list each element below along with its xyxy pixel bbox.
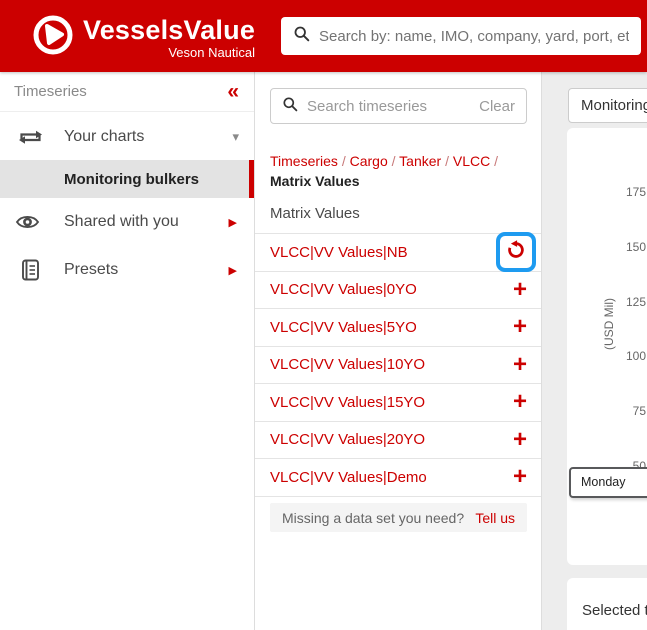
logo-subtitle: Veson Nautical xyxy=(168,45,256,60)
y-axis-tick: 175 xyxy=(625,185,646,199)
chart-tooltip: Monday xyxy=(569,467,647,498)
breadcrumb-link-timeseries[interactable]: Timeseries xyxy=(270,153,338,169)
add-icon[interactable]: + xyxy=(513,315,527,339)
add-icon[interactable]: + xyxy=(513,352,527,376)
collapse-sidebar-icon[interactable]: « xyxy=(227,81,239,102)
breadcrumb-separator: / xyxy=(445,153,449,169)
search-icon xyxy=(293,25,310,47)
presets-label: Presets xyxy=(64,261,119,278)
timeseries-search-box[interactable]: Clear xyxy=(270,88,527,124)
timeseries-link[interactable]: VLCC|VV Values|15YO xyxy=(270,394,425,411)
breadcrumb-link-cargo[interactable]: Cargo xyxy=(350,153,388,169)
list-item: VLCC|VV Values|0YO + xyxy=(255,272,541,309)
timeseries-panel: Clear Timeseries / Cargo / Tanker / VLCC… xyxy=(255,72,542,630)
expand-right-icon[interactable]: ▶ xyxy=(229,216,237,229)
timeseries-link[interactable]: VLCC|VV Values|0YO xyxy=(270,281,417,298)
list-item: VLCC|VV Values|NB xyxy=(255,232,541,273)
add-icon[interactable]: + xyxy=(513,277,527,301)
sidebar-item-your-charts[interactable]: Your charts ▾ xyxy=(0,118,254,156)
app-window: VesselsValue Veson Nautical Timeseries « xyxy=(0,0,647,630)
swap-arrows-icon xyxy=(17,126,44,148)
timeseries-search-input[interactable] xyxy=(307,97,480,115)
timeseries-list: VLCC|VV Values|NB VLCC|VV Values|0YO + V… xyxy=(255,232,541,497)
undo-icon xyxy=(505,239,527,266)
add-icon[interactable]: + xyxy=(513,465,527,489)
logo[interactable]: VesselsValue Veson Nautical xyxy=(33,15,255,60)
sidebar: Timeseries « Your charts ▾ Monitoring bu… xyxy=(0,72,255,630)
chart-selector-dropdown[interactable]: Monitoring xyxy=(568,88,647,123)
list-item: VLCC|VV Values|Demo + xyxy=(255,459,541,497)
missing-dataset-text: Missing a data set you need? xyxy=(282,509,465,526)
your-charts-label: Your charts xyxy=(64,128,145,145)
clear-search-button[interactable]: Clear xyxy=(479,98,515,115)
breadcrumb-separator: / xyxy=(494,153,499,169)
expand-right-icon[interactable]: ▶ xyxy=(229,264,237,277)
timeseries-link[interactable]: VLCC|VV Values|NB xyxy=(270,244,408,261)
presets-book-icon xyxy=(19,258,41,282)
timeseries-link[interactable]: VLCC|VV Values|Demo xyxy=(270,469,427,486)
y-axis-tick: 150 xyxy=(625,240,646,254)
sidebar-header: Timeseries « xyxy=(0,72,254,112)
undo-add-button-highlighted[interactable] xyxy=(496,232,536,273)
y-axis-tick: 100 xyxy=(625,349,646,363)
list-item: VLCC|VV Values|5YO + xyxy=(255,309,541,347)
top-header: VesselsValue Veson Nautical xyxy=(0,0,647,72)
list-item: VLCC|VV Values|20YO + xyxy=(255,422,541,459)
logo-title: VesselsValue xyxy=(83,15,256,45)
sidebar-title: Timeseries xyxy=(14,83,87,100)
sidebar-item-shared-with-you[interactable]: Shared with you ▶ xyxy=(0,203,254,241)
eye-icon xyxy=(15,212,40,232)
breadcrumb-separator: / xyxy=(341,153,346,169)
breadcrumb: Timeseries / Cargo / Tanker / VLCC / Mat… xyxy=(270,151,530,191)
global-search-box[interactable] xyxy=(281,17,641,55)
global-search-input[interactable] xyxy=(319,27,629,45)
breadcrumb-link-tanker[interactable]: Tanker xyxy=(399,153,441,169)
timeseries-link[interactable]: VLCC|VV Values|20YO xyxy=(270,431,425,448)
add-icon[interactable]: + xyxy=(513,427,527,451)
list-item: VLCC|VV Values|10YO + xyxy=(255,347,541,384)
search-icon xyxy=(282,96,298,117)
y-axis-tick: 75 xyxy=(632,404,646,418)
selected-indicator xyxy=(249,160,254,198)
y-axis-label: (USD Mil) xyxy=(602,298,616,350)
section-title: Matrix Values xyxy=(270,205,360,222)
tell-us-link[interactable]: Tell us xyxy=(475,510,515,526)
logo-mark-icon xyxy=(33,15,73,60)
sidebar-item-presets[interactable]: Presets ▶ xyxy=(0,251,254,289)
list-item: VLCC|VV Values|15YO + xyxy=(255,384,541,422)
breadcrumb-separator: / xyxy=(391,153,396,169)
sidebar-item-monitoring-bulkers[interactable]: Monitoring bulkers xyxy=(0,160,254,198)
shared-with-you-label: Shared with you xyxy=(64,213,179,230)
breadcrumb-link-vlcc[interactable]: VLCC xyxy=(453,153,490,169)
chevron-down-icon[interactable]: ▾ xyxy=(232,129,239,145)
timeseries-link[interactable]: VLCC|VV Values|10YO xyxy=(270,356,425,373)
monitoring-bulkers-label: Monitoring bulkers xyxy=(64,170,199,188)
missing-dataset-banner: Missing a data set you need? Tell us xyxy=(270,503,527,532)
selected-timeseries-card: Selected timeseries xyxy=(567,578,647,630)
timeseries-link[interactable]: VLCC|VV Values|5YO xyxy=(270,319,417,336)
add-icon[interactable]: + xyxy=(513,390,527,414)
breadcrumb-current: Matrix Values xyxy=(270,173,360,189)
